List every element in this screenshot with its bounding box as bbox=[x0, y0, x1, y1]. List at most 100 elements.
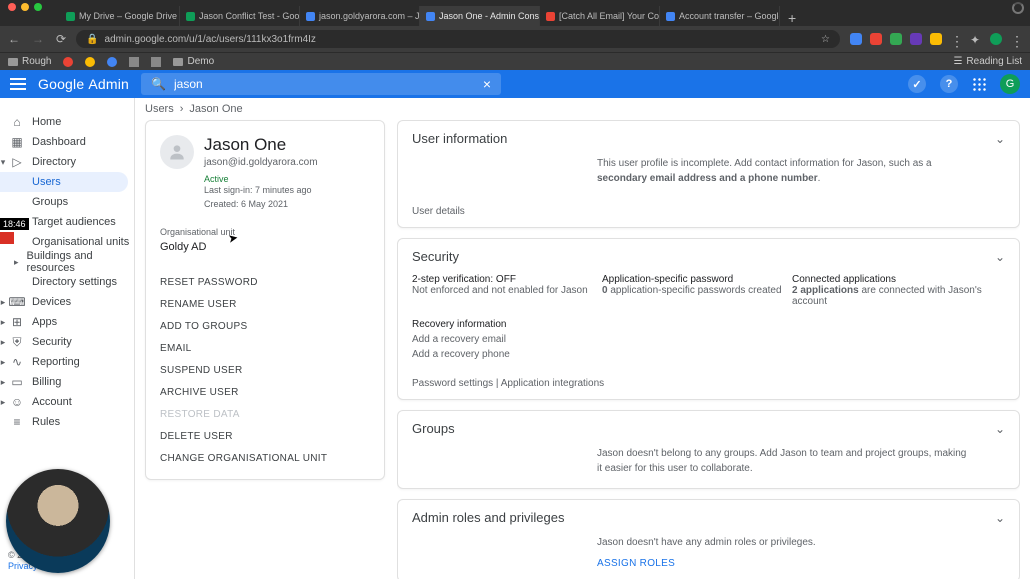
fullscreen-window-icon[interactable] bbox=[34, 3, 42, 11]
chevron-down-icon[interactable]: ⌄ bbox=[995, 250, 1005, 264]
logo[interactable]: Google Admin bbox=[38, 76, 129, 92]
extension-icon[interactable] bbox=[870, 33, 882, 45]
extension-icon[interactable] bbox=[890, 33, 902, 45]
back-button[interactable]: ← bbox=[8, 32, 20, 46]
reporting-icon: ∿ bbox=[10, 355, 24, 369]
bookmark-icon[interactable] bbox=[151, 57, 161, 67]
panel-footer-link[interactable]: User details bbox=[398, 198, 1019, 227]
help-status-icon[interactable]: ✓ bbox=[908, 75, 926, 93]
assign-roles-button[interactable]: ASSIGN ROLES bbox=[597, 558, 1005, 569]
presenter-webcam bbox=[6, 469, 110, 573]
action-label: RESTORE DATA bbox=[160, 409, 240, 420]
star-icon[interactable]: ☆ bbox=[821, 34, 830, 45]
profile-icon[interactable] bbox=[990, 33, 1002, 45]
org-unit-label: Organisational unit bbox=[146, 221, 384, 241]
chevron-right-icon[interactable]: ▸ bbox=[0, 397, 8, 408]
browser-toolbar: ← → ⟳ 🔒 admin.google.com/u/1/ac/users/11… bbox=[0, 26, 1030, 52]
address-bar[interactable]: 🔒 admin.google.com/u/1/ac/users/111kx3o1… bbox=[76, 30, 840, 48]
browser-tab[interactable]: [Catch All Email] Your Compa…× bbox=[540, 6, 660, 26]
panel-user-info: User information⌄ This user profile is i… bbox=[397, 120, 1020, 228]
forward-button[interactable]: → bbox=[32, 32, 44, 46]
browser-tab[interactable]: Jason Conflict Test - Google× bbox=[180, 6, 300, 26]
panel-header[interactable]: Groups⌄ bbox=[398, 411, 1019, 446]
tab-label: Account transfer – Google W… bbox=[679, 11, 780, 21]
action-email[interactable]: EMAIL bbox=[146, 337, 384, 359]
close-window-icon[interactable] bbox=[8, 3, 16, 11]
chevron-right-icon[interactable]: ▸ bbox=[0, 317, 8, 328]
chevron-down-icon[interactable]: ⌄ bbox=[995, 132, 1005, 146]
chevron-right-icon[interactable]: ▸ bbox=[0, 337, 8, 348]
browser-tab[interactable]: My Drive – Google Drive× bbox=[60, 6, 180, 26]
search-box[interactable]: 🔍 × bbox=[141, 73, 501, 95]
roles-description: Jason doesn't have any admin roles or pr… bbox=[597, 535, 967, 550]
extension-icon[interactable] bbox=[850, 33, 862, 45]
chrome-menu-icon[interactable]: ⋮ bbox=[1010, 33, 1022, 45]
panel-header[interactable]: Security⌄ bbox=[398, 239, 1019, 274]
reading-list-label: Reading List bbox=[966, 56, 1022, 67]
extension-icon[interactable] bbox=[930, 33, 942, 45]
bookmark-icon[interactable] bbox=[129, 57, 139, 67]
sidebar-item-dashboard[interactable]: ▦Dashboard bbox=[0, 132, 134, 152]
sidebar-sub-directory-settings[interactable]: Directory settings bbox=[0, 272, 134, 292]
extensions-puzzle-icon[interactable]: ✦ bbox=[970, 33, 982, 45]
new-tab-button[interactable]: + bbox=[780, 10, 804, 26]
sidebar-item-directory[interactable]: ▾▷Directory bbox=[0, 152, 134, 172]
chevron-down-icon[interactable]: ⌄ bbox=[995, 511, 1005, 525]
reload-button[interactable]: ⟳ bbox=[56, 32, 66, 46]
bookmark-icon[interactable] bbox=[63, 57, 73, 67]
reading-list-button[interactable]: ☰Reading List bbox=[953, 56, 1022, 67]
action-reset-password[interactable]: RESET PASSWORD bbox=[146, 271, 384, 293]
add-recovery-phone[interactable]: Add a recovery phone bbox=[412, 347, 1005, 362]
extensions-menu-icon[interactable]: ⋮ bbox=[950, 33, 962, 45]
sidebar-item-reporting[interactable]: ▸∿Reporting bbox=[0, 352, 134, 372]
chevron-down-icon[interactable]: ⌄ bbox=[995, 422, 1005, 436]
sidebar-item-billing[interactable]: ▸▭Billing bbox=[0, 372, 134, 392]
panel-header[interactable]: User information⌄ bbox=[398, 121, 1019, 156]
clear-search-icon[interactable]: × bbox=[483, 76, 491, 92]
chevron-right-icon[interactable]: ▸ bbox=[0, 297, 8, 308]
sec-2sv-value: Not enforced and not enabled for Jason bbox=[412, 285, 602, 296]
search-input[interactable] bbox=[174, 77, 475, 91]
help-icon[interactable]: ? bbox=[940, 75, 958, 93]
sidebar-sub-groups[interactable]: Groups bbox=[0, 192, 134, 212]
sec-conn-label: Connected applications bbox=[792, 274, 1005, 285]
logo-text-b: Admin bbox=[88, 76, 129, 92]
action-delete-user[interactable]: DELETE USER bbox=[146, 425, 384, 447]
bookmark-icon[interactable] bbox=[85, 57, 95, 67]
content-area: Jason One jason@id.goldyarora.com Active… bbox=[145, 120, 1020, 579]
panel-header[interactable]: Admin roles and privileges⌄ bbox=[398, 500, 1019, 535]
chevron-right-icon[interactable]: ▸ bbox=[0, 377, 8, 388]
security-footer-links[interactable]: Password settings | Application integrat… bbox=[398, 372, 1019, 399]
action-change-org-unit[interactable]: CHANGE ORGANISATIONAL UNIT bbox=[146, 447, 384, 469]
sidebar-item-security[interactable]: ▸⛨Security bbox=[0, 332, 134, 352]
bookmark-label: Demo bbox=[187, 56, 214, 67]
menu-icon[interactable] bbox=[10, 78, 26, 90]
action-add-to-groups[interactable]: ADD TO GROUPS bbox=[146, 315, 384, 337]
sidebar-item-rules[interactable]: ≡Rules bbox=[0, 412, 134, 432]
sidebar-item-devices[interactable]: ▸⌨Devices bbox=[0, 292, 134, 312]
apps-grid-icon[interactable] bbox=[972, 77, 986, 91]
bookmark-icon[interactable] bbox=[107, 57, 117, 67]
action-archive-user[interactable]: ARCHIVE USER bbox=[146, 381, 384, 403]
browser-tab[interactable]: Account transfer – Google W…× bbox=[660, 6, 780, 26]
chevron-right-icon[interactable]: ▸ bbox=[0, 357, 8, 368]
account-avatar[interactable]: G bbox=[1000, 74, 1020, 94]
sidebar-item-account[interactable]: ▸☺Account bbox=[0, 392, 134, 412]
bookmark-item[interactable]: Demo bbox=[173, 56, 214, 67]
bookmark-item[interactable]: Rough bbox=[8, 56, 51, 67]
add-recovery-email[interactable]: Add a recovery email bbox=[412, 332, 1005, 347]
extension-icon[interactable] bbox=[910, 33, 922, 45]
sidebar-sub-buildings[interactable]: ▸Buildings and resources bbox=[0, 252, 134, 272]
action-rename-user[interactable]: RENAME USER bbox=[146, 293, 384, 315]
org-unit-value[interactable]: Goldy AD bbox=[146, 241, 384, 263]
browser-tab-active[interactable]: Jason One - Admin Console× bbox=[420, 6, 540, 26]
sidebar-item-apps[interactable]: ▸⊞Apps bbox=[0, 312, 134, 332]
minimize-window-icon[interactable] bbox=[21, 3, 29, 11]
browser-tab[interactable]: jason.goldyarora.com – Just a× bbox=[300, 6, 420, 26]
sidebar-item-home[interactable]: ⌂Home bbox=[0, 112, 134, 132]
chevron-down-icon[interactable]: ▾ bbox=[0, 157, 8, 168]
breadcrumb-link[interactable]: Users bbox=[145, 103, 174, 115]
action-suspend-user[interactable]: SUSPEND USER bbox=[146, 359, 384, 381]
sidebar-sub-users[interactable]: Users bbox=[0, 172, 128, 192]
sidebar-label: Groups bbox=[32, 196, 68, 208]
